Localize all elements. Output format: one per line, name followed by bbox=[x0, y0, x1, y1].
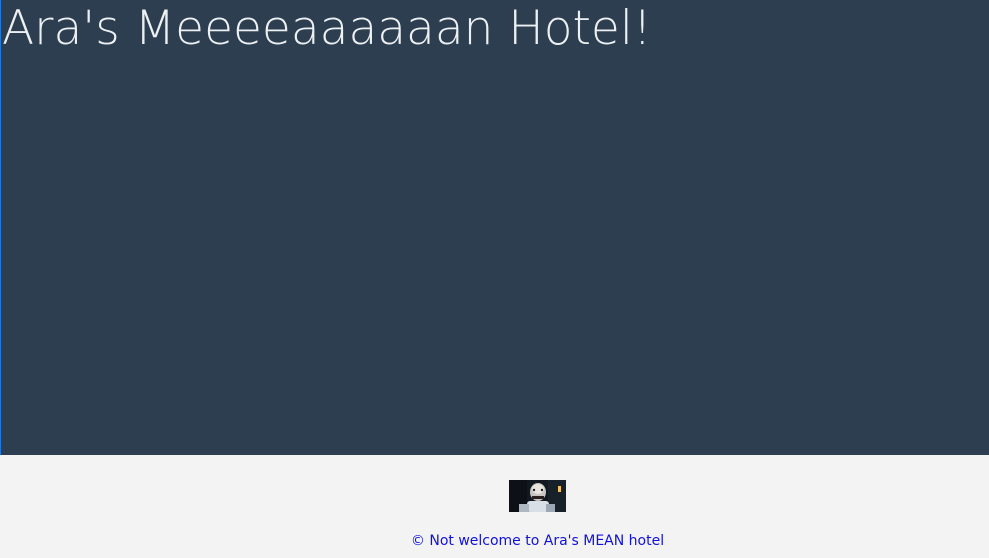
footer: © Not welcome to Ara's MEAN hotel bbox=[0, 455, 989, 558]
avatar bbox=[509, 480, 566, 512]
page: Ara's Meeeeaaaaaan Hotel! © Not welcome … bbox=[0, 0, 989, 558]
portrait-photo-icon bbox=[509, 480, 566, 512]
hero-title: Ara's Meeeeaaaaaan Hotel! bbox=[2, 1, 652, 56]
hero-section: Ara's Meeeeaaaaaan Hotel! bbox=[0, 0, 989, 455]
footer-copyright: © Not welcome to Ara's MEAN hotel bbox=[410, 533, 665, 549]
